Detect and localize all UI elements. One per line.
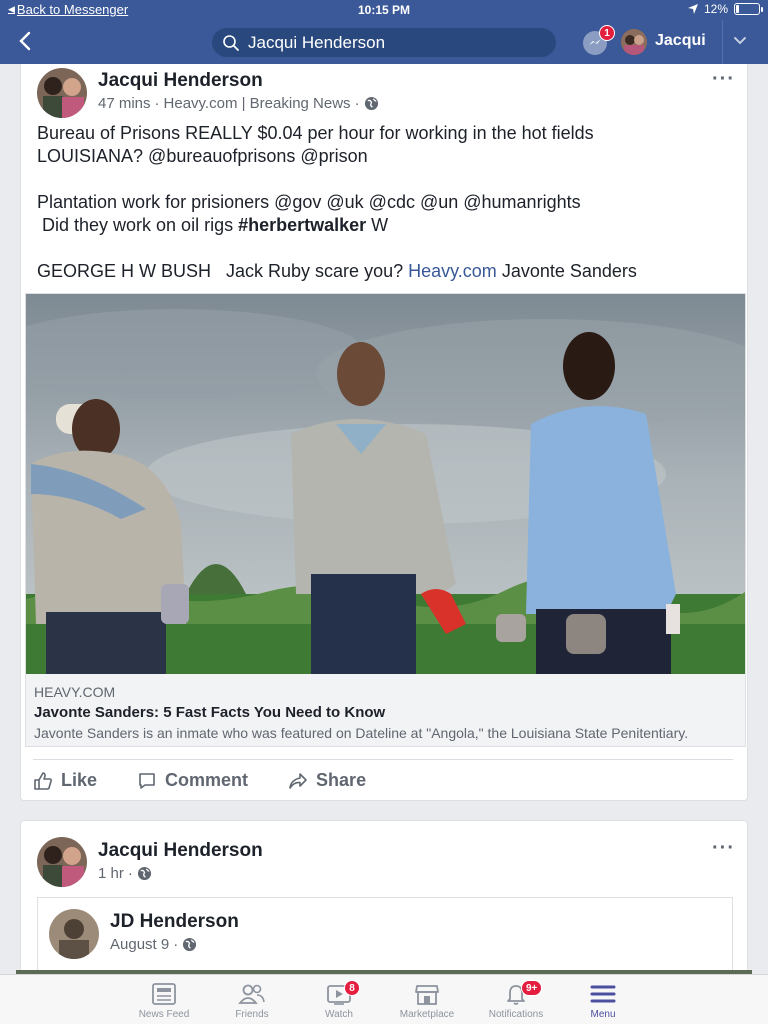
status-indicators: 12%: [687, 2, 763, 16]
more-options-icon[interactable]: ···: [712, 68, 735, 91]
author-avatar[interactable]: [37, 68, 87, 118]
status-bar: ◀ Back to Messenger 10:15 PM 12%: [0, 0, 768, 20]
tab-label: Friends: [235, 1009, 269, 1020]
post-text-line: W: [366, 215, 389, 235]
link-domain: HEAVY.COM: [34, 684, 116, 700]
back-chevron-icon[interactable]: [18, 30, 32, 58]
post-time[interactable]: 47 mins: [98, 95, 151, 112]
meta-separator: ·: [354, 95, 360, 112]
post-meta: 47 mins · Heavy.com | Breaking News ·: [98, 95, 379, 112]
top-navigation-bar: 1 Jacqui: [0, 20, 768, 64]
tab-watch[interactable]: 8 Watch: [294, 979, 384, 1020]
post-text-line: Plantation work for prisioners @gov @uk …: [37, 192, 581, 212]
post-text-line: Bureau of Prisons REALLY $0.04 per hour …: [37, 123, 594, 143]
share-button[interactable]: Share: [288, 770, 366, 791]
comment-icon: [139, 772, 155, 789]
globe-icon: [183, 937, 197, 952]
shared-date[interactable]: August 9: [110, 936, 169, 953]
globe-icon: [137, 866, 151, 881]
search-input[interactable]: [248, 32, 538, 53]
battery-icon: [734, 3, 763, 15]
tab-label: News Feed: [138, 1009, 190, 1020]
tab-menu[interactable]: Menu: [558, 979, 648, 1020]
link-preview-info[interactable]: HEAVY.COM Javonte Sanders: 5 Fast Facts …: [26, 674, 745, 746]
chevron-down-icon[interactable]: [732, 32, 748, 53]
share-icon: [289, 772, 307, 789]
messenger-button[interactable]: 1: [583, 25, 615, 55]
tab-marketplace[interactable]: Marketplace: [382, 979, 472, 1020]
feed-post: Jacqui Henderson 1 hr · ··· JD Henderson…: [20, 820, 748, 981]
post-source: Heavy.com | Breaking News: [163, 95, 351, 112]
shared-author-avatar[interactable]: [49, 909, 99, 959]
profile-name[interactable]: Jacqui: [655, 32, 706, 50]
marketplace-icon: [415, 985, 439, 1005]
author-avatar[interactable]: [37, 837, 87, 887]
bottom-tab-bar: News Feed Friends 8 Watch Marketplace 9+…: [0, 974, 768, 1024]
post-meta: 1 hr ·: [98, 865, 152, 882]
tab-news-feed[interactable]: News Feed: [119, 979, 209, 1020]
watch-badge: 8: [344, 980, 360, 996]
post-author[interactable]: Jacqui Henderson: [98, 840, 263, 862]
messenger-badge: 1: [599, 25, 615, 41]
tab-notifications[interactable]: 9+ Notifications: [471, 979, 561, 1020]
meta-separator: ·: [173, 936, 179, 953]
feed-post: Jacqui Henderson 47 mins · Heavy.com | B…: [20, 64, 748, 801]
more-options-icon[interactable]: ···: [712, 837, 735, 860]
link-preview-image[interactable]: [26, 294, 745, 674]
like-button[interactable]: Like: [33, 770, 97, 791]
meta-separator: ·: [154, 95, 160, 112]
link-description: Javonte Sanders is an inmate who was fea…: [34, 725, 689, 741]
tab-friends[interactable]: Friends: [207, 979, 297, 1020]
tab-label: Notifications: [488, 1009, 544, 1020]
battery-percent: 12%: [703, 2, 728, 16]
battery-fill: [736, 5, 739, 13]
search-bar[interactable]: [212, 28, 556, 57]
link-title[interactable]: Javonte Sanders: 5 Fast Facts You Need t…: [34, 704, 737, 721]
tab-label: Menu: [590, 1009, 616, 1020]
share-label: Share: [316, 770, 367, 790]
shared-meta: August 9 ·: [110, 936, 197, 953]
news-feed-icon: [152, 983, 176, 1005]
post-text-line: Javonte Sanders: [496, 261, 637, 281]
globe-icon: [364, 96, 378, 111]
profile-avatar[interactable]: [621, 29, 647, 55]
notifications-badge: 9+: [521, 980, 543, 996]
hashtag-link[interactable]: #herbertwalker: [238, 215, 366, 235]
comment-label: Comment: [165, 770, 249, 790]
friends-icon: [238, 984, 265, 1004]
shared-author[interactable]: JD Henderson: [110, 911, 239, 933]
tab-label: Marketplace: [399, 1009, 455, 1020]
clock: 10:15 PM: [357, 3, 411, 17]
post-author[interactable]: Jacqui Henderson: [98, 70, 263, 92]
comment-button[interactable]: Comment: [137, 770, 248, 791]
post-actions: Like Comment Share: [33, 759, 733, 801]
header-divider: [722, 20, 723, 64]
like-label: Like: [61, 770, 98, 790]
post-body: Bureau of Prisons REALLY $0.04 per hour …: [37, 122, 737, 306]
link-preview-card[interactable]: HEAVY.COM Javonte Sanders: 5 Fast Facts …: [25, 293, 746, 747]
meta-separator: ·: [127, 865, 133, 882]
menu-icon: [590, 985, 616, 1003]
heavy-link[interactable]: Heavy.com: [408, 261, 497, 281]
post-time[interactable]: 1 hr: [98, 865, 124, 882]
tab-label: Watch: [325, 1009, 353, 1020]
location-arrow-icon: [687, 4, 698, 14]
thumbs-up-icon: [34, 771, 52, 790]
post-text-line: Did they work on oil rigs: [37, 215, 239, 235]
shared-post[interactable]: JD Henderson August 9 ·: [37, 897, 733, 981]
post-text-line: LOUISIANA? @bureauofprisons @prison: [37, 146, 368, 166]
search-icon: [223, 34, 239, 51]
post-text-line: GEORGE H W BUSH Jack Ruby scare you?: [37, 261, 409, 281]
